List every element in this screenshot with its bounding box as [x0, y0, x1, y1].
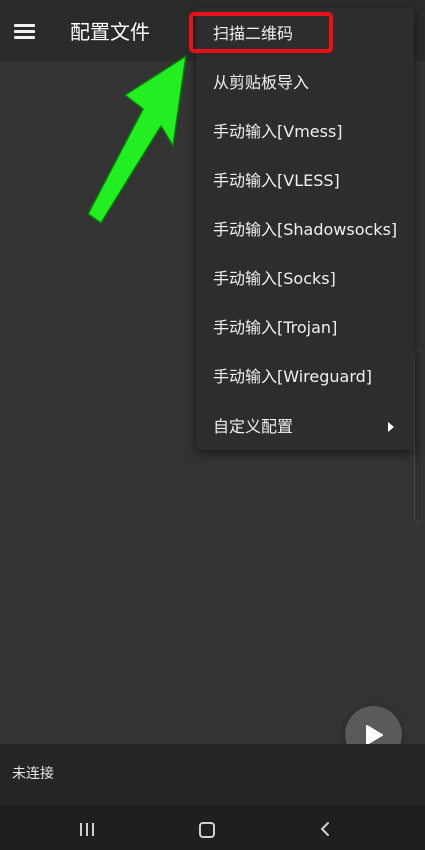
system-nav-bar [0, 805, 425, 850]
status-bar: 未连接 [0, 744, 425, 805]
app-screen: 配置文件 扫描二维码 从剪贴板导入 手动输入[Vmess] 手动输入[VLESS… [0, 0, 425, 850]
recent-apps-icon[interactable] [80, 823, 96, 836]
back-icon[interactable] [318, 821, 332, 837]
connection-status: 未连接 [12, 766, 54, 782]
play-icon [366, 725, 383, 745]
home-icon[interactable] [199, 822, 215, 838]
